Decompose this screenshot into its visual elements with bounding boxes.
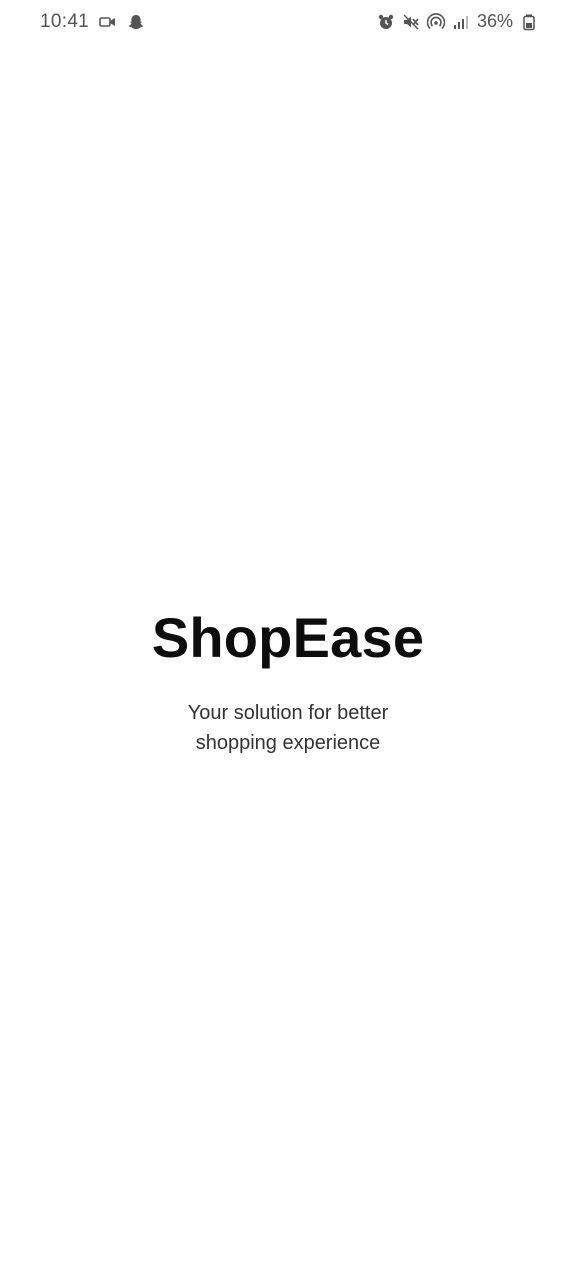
splash-screen: ShopEase Your solution for better shoppi… (0, 602, 576, 758)
battery-percent: 36% (476, 11, 513, 31)
signal-icon (452, 13, 470, 31)
hotspot-icon (426, 12, 445, 31)
status-right: 36% (377, 11, 538, 32)
alarm-icon (377, 13, 395, 31)
status-time: 10:41 (40, 11, 90, 32)
video-camera-icon (99, 13, 117, 31)
status-left: 10:41 (40, 11, 145, 33)
app-tagline: Your solution for better shopping experi… (187, 702, 389, 754)
battery-icon (520, 13, 538, 31)
app-title: ShopEase (151, 606, 425, 669)
mute-icon (402, 13, 420, 31)
snapchat-ghost-icon (127, 13, 145, 31)
status-bar: 10:41 36% (0, 0, 576, 46)
